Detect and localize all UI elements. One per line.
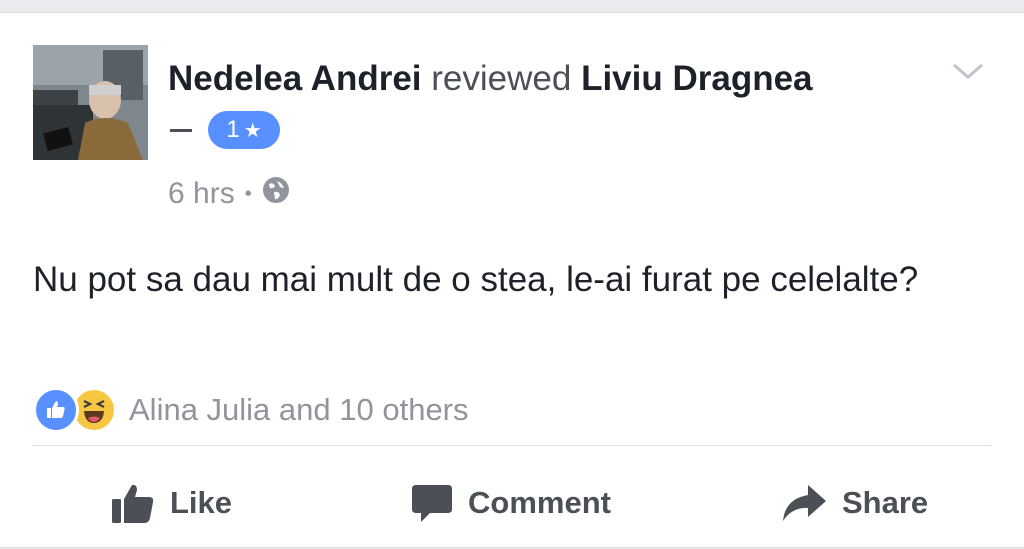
post-header: Nedelea Andrei reviewed Liviu Dragnea — [168, 57, 813, 101]
post-meta: 6 hrs • — [168, 174, 290, 214]
meta-separator: • — [244, 182, 252, 205]
share-arrow-icon — [783, 485, 826, 521]
like-button[interactable]: Like — [110, 468, 232, 538]
timestamp[interactable]: 6 hrs — [168, 177, 235, 211]
reactions-summary[interactable]: Alina Julia and 10 others — [33, 386, 469, 434]
like-icon — [33, 387, 79, 433]
chevron-down-icon[interactable] — [950, 59, 986, 83]
comment-button[interactable]: Comment — [410, 468, 611, 538]
comment-label: Comment — [468, 485, 611, 520]
avatar[interactable] — [33, 45, 148, 160]
comment-icon — [412, 485, 452, 522]
review-text: Nu pot sa dau mai mult de o stea, le-ai … — [33, 260, 919, 299]
reactions-text[interactable]: Alina Julia and 10 others — [129, 392, 469, 428]
reviewed-page-name[interactable]: Liviu Dragnea — [581, 59, 812, 98]
share-button[interactable]: Share — [780, 468, 928, 538]
star-icon: ★ — [243, 119, 262, 142]
action-bar: Like Comment Share — [0, 468, 1024, 538]
rating-row: 1 ★ — [170, 110, 280, 150]
thumbs-up-icon — [112, 484, 154, 523]
rating-badge: 1 ★ — [208, 111, 280, 149]
divider — [33, 445, 991, 446]
action-verb: reviewed — [431, 59, 572, 98]
like-label: Like — [170, 485, 233, 520]
author-name[interactable]: Nedelea Andrei — [168, 59, 422, 98]
rating-value: 1 — [226, 116, 240, 143]
share-label: Share — [842, 485, 929, 520]
globe-icon[interactable] — [262, 176, 290, 212]
review-post-card: Nedelea Andrei reviewed Liviu Dragnea 1 … — [0, 12, 1024, 548]
dash-separator — [170, 128, 192, 132]
